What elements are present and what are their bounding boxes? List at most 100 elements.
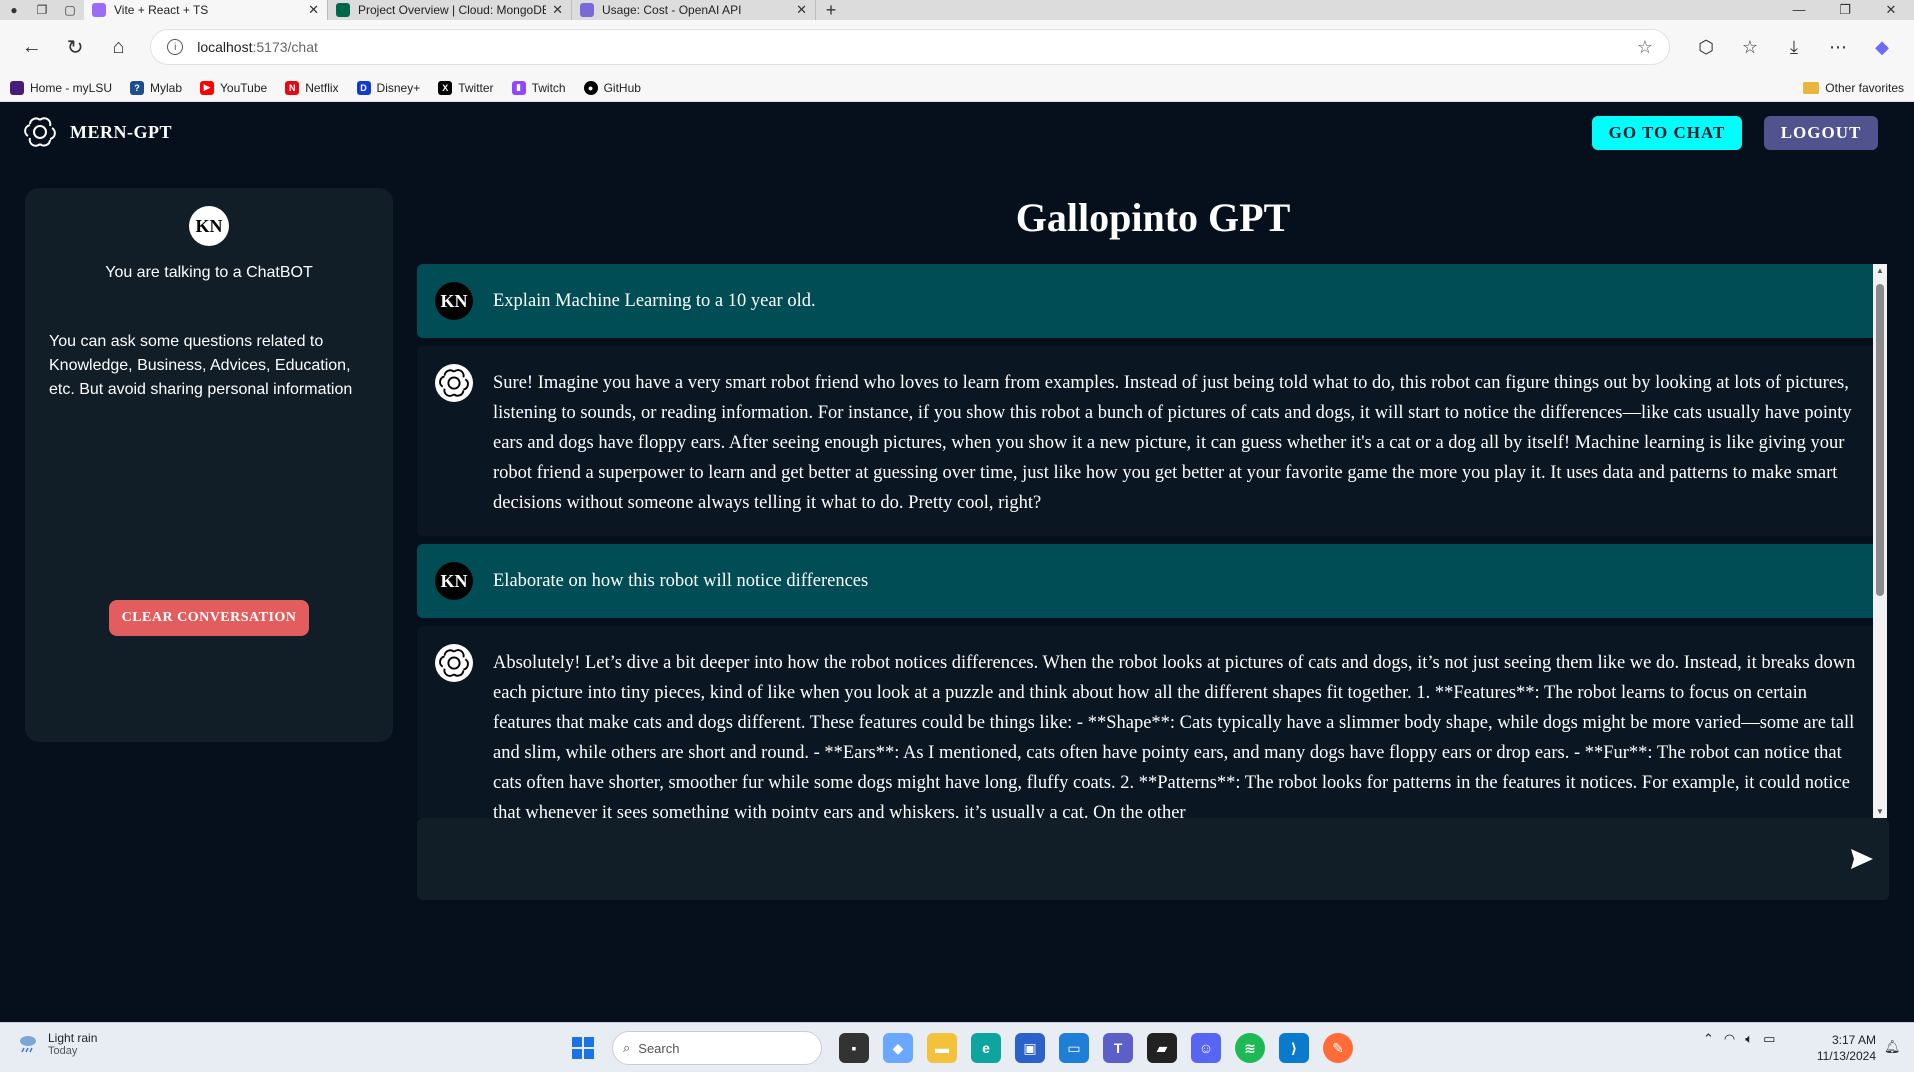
scroll-thumb[interactable]: [1876, 284, 1884, 596]
rain-cloud-icon: [20, 1036, 36, 1053]
copilot-app-icon[interactable]: ◆: [883, 1033, 913, 1063]
message-text: Elaborate on how this robot will notice …: [493, 571, 869, 591]
message-text: Sure! Imagine you have a very smart robo…: [493, 373, 1852, 513]
mongodb-icon: [336, 3, 350, 17]
remote-desktop-icon[interactable]: ▭: [1059, 1033, 1089, 1063]
url-path: :5173/chat: [252, 39, 318, 55]
openai-icon: [580, 3, 594, 17]
extensions-icon[interactable]: ⬡: [1684, 37, 1728, 58]
bookmark-youtube[interactable]: ▶ YouTube: [200, 80, 267, 95]
vscode-icon[interactable]: ⟩: [1279, 1033, 1309, 1063]
home-icon[interactable]: ⌂: [97, 27, 140, 67]
back-icon[interactable]: ←: [10, 27, 53, 67]
bookmark-mylsu[interactable]: Home - myLSU: [10, 80, 113, 95]
send-icon[interactable]: [1847, 844, 1877, 874]
taskbar-search[interactable]: ⌕ Search: [612, 1031, 822, 1065]
user-avatar: KN: [435, 562, 473, 600]
bookmark-label: GitHub: [603, 80, 641, 95]
clock-date: 11/13/2024: [1816, 1049, 1876, 1063]
disney-icon: D: [356, 80, 371, 95]
wifi-icon[interactable]: ◠: [1724, 1031, 1735, 1047]
store-icon[interactable]: ▣: [1015, 1033, 1045, 1063]
windows-start-icon[interactable]: [566, 1031, 600, 1065]
system-tray: ⌃ ◠ 🔈︎ ▭: [1698, 1031, 1780, 1047]
chat-message-user: KN Elaborate on how this robot will noti…: [417, 544, 1881, 618]
brand-name: MERN-GPT: [70, 121, 172, 142]
site-info-icon[interactable]: i: [167, 39, 184, 55]
bookmark-netflix[interactable]: N Netflix: [285, 80, 339, 95]
close-tab-icon[interactable]: ✕: [308, 2, 319, 18]
github-icon: ●: [583, 80, 598, 95]
search-placeholder: Search: [638, 1040, 680, 1056]
brand[interactable]: MERN-GPT: [24, 116, 172, 148]
go-to-chat-button[interactable]: GO TO CHAT: [1592, 116, 1742, 150]
chat-message-assistant: Sure! Imagine you have a very smart robo…: [417, 346, 1881, 536]
battery-icon[interactable]: ▭: [1763, 1031, 1775, 1047]
copilot-icon[interactable]: ◆: [1860, 37, 1904, 58]
address-bar-row: ← ↻ ⌂ i localhost:5173/chat ☆ ⬡ ☆ ⤓ ⋯ ◆: [0, 20, 1914, 74]
browser-tab-bar: ● ❐ ▢ Vite + React + TS ✕ Project Overvi…: [0, 0, 1914, 20]
sidebar-title: You are talking to a ChatBOT: [105, 264, 313, 281]
chat-messages[interactable]: KN Explain Machine Learning to a 10 year…: [417, 264, 1881, 818]
tab-vite-react[interactable]: Vite + React + TS ✕: [84, 0, 328, 20]
favorites-icon[interactable]: ☆: [1728, 37, 1772, 58]
bookmark-label: Twitch: [531, 80, 566, 95]
avatar: KN: [189, 206, 229, 246]
page-title: Gallopinto GPT: [1015, 195, 1291, 240]
more-icon[interactable]: ⋯: [1816, 37, 1860, 58]
minimize-icon[interactable]: —: [1776, 2, 1822, 18]
bookmark-disney[interactable]: D Disney+: [356, 80, 421, 95]
teams-icon[interactable]: T: [1103, 1033, 1133, 1063]
downloads-icon[interactable]: ⤓: [1772, 37, 1816, 58]
sidebar: KN You are talking to a ChatBOT You can …: [25, 188, 393, 742]
tab-openai-usage[interactable]: Usage: Cost - OpenAI API ✕: [572, 0, 816, 20]
clear-conversation-button[interactable]: CLEAR CONVERSATION: [109, 600, 309, 636]
new-tab-button[interactable]: +: [816, 0, 846, 21]
lsu-icon: [10, 80, 24, 95]
chat-message-assistant: Absolutely! Let’s dive a bit deeper into…: [417, 626, 1881, 818]
chat-scrollbar[interactable]: ▲ ▼: [1873, 264, 1887, 818]
close-tab-icon[interactable]: ✕: [796, 2, 807, 18]
spotify-icon[interactable]: ≋: [1235, 1033, 1265, 1063]
scroll-down-icon[interactable]: ▼: [1873, 807, 1887, 816]
tab-actions-icon[interactable]: ▢: [56, 0, 84, 20]
close-window-icon[interactable]: ✕: [1868, 2, 1914, 18]
message-text: Explain Machine Learning to a 10 year ol…: [493, 291, 816, 311]
favorite-star-icon[interactable]: ☆: [1637, 37, 1653, 58]
workspaces-icon[interactable]: ❐: [28, 0, 56, 20]
taskbar-apps: ⌕ Search ▪ ◆ ▬ e ▣ ▭ T ▰ ☺ ≋ ⟩ ✎: [566, 1031, 1360, 1065]
bookmark-twitter[interactable]: X Twitter: [438, 80, 494, 95]
scroll-up-icon[interactable]: ▲: [1873, 266, 1887, 275]
refresh-icon[interactable]: ↻: [53, 27, 96, 67]
clock[interactable]: 3:17 AM 11/13/2024: [1808, 1032, 1876, 1064]
url-field[interactable]: i localhost:5173/chat ☆: [150, 29, 1670, 65]
x-icon: X: [438, 80, 453, 95]
close-tab-icon[interactable]: ✕: [552, 2, 563, 18]
bookmark-label: Netflix: [305, 80, 339, 95]
weather-widget[interactable]: Light rain Today: [16, 1031, 97, 1057]
restore-icon[interactable]: ❐: [1822, 2, 1868, 18]
chevron-up-icon[interactable]: ⌃: [1703, 1031, 1714, 1047]
notification-bell-icon[interactable]: 🔔︎: [1884, 1039, 1901, 1055]
youtube-icon: ▶: [200, 80, 215, 95]
bookmark-twitch[interactable]: ▮ Twitch: [511, 80, 566, 95]
task-view-icon[interactable]: ▪: [839, 1033, 869, 1063]
logout-button[interactable]: LOGOUT: [1764, 116, 1878, 150]
discord-icon[interactable]: ☺: [1191, 1033, 1221, 1063]
edge-icon[interactable]: e: [971, 1033, 1001, 1063]
bookmark-mylab[interactable]: ? Mylab: [130, 80, 183, 95]
message-input[interactable]: [437, 838, 1817, 878]
tab-mongodb[interactable]: Project Overview | Cloud: MongoDB ✕: [328, 0, 572, 20]
bookmark-github[interactable]: ● GitHub: [583, 80, 641, 95]
sticky-notes-icon[interactable]: ▰: [1147, 1033, 1177, 1063]
postman-icon[interactable]: ✎: [1323, 1033, 1353, 1063]
url-host: localhost: [197, 39, 253, 55]
profile-icon[interactable]: ●: [0, 0, 28, 20]
bookmark-label: Mylab: [150, 80, 183, 95]
volume-icon[interactable]: 🔈︎: [1745, 1031, 1753, 1047]
bookmark-label: Disney+: [376, 80, 421, 95]
bookmark-label: Home - myLSU: [30, 80, 113, 95]
mylab-icon: ?: [130, 80, 145, 95]
file-explorer-icon[interactable]: ▬: [927, 1033, 957, 1063]
other-favorites[interactable]: Other favorites: [1803, 81, 1904, 95]
